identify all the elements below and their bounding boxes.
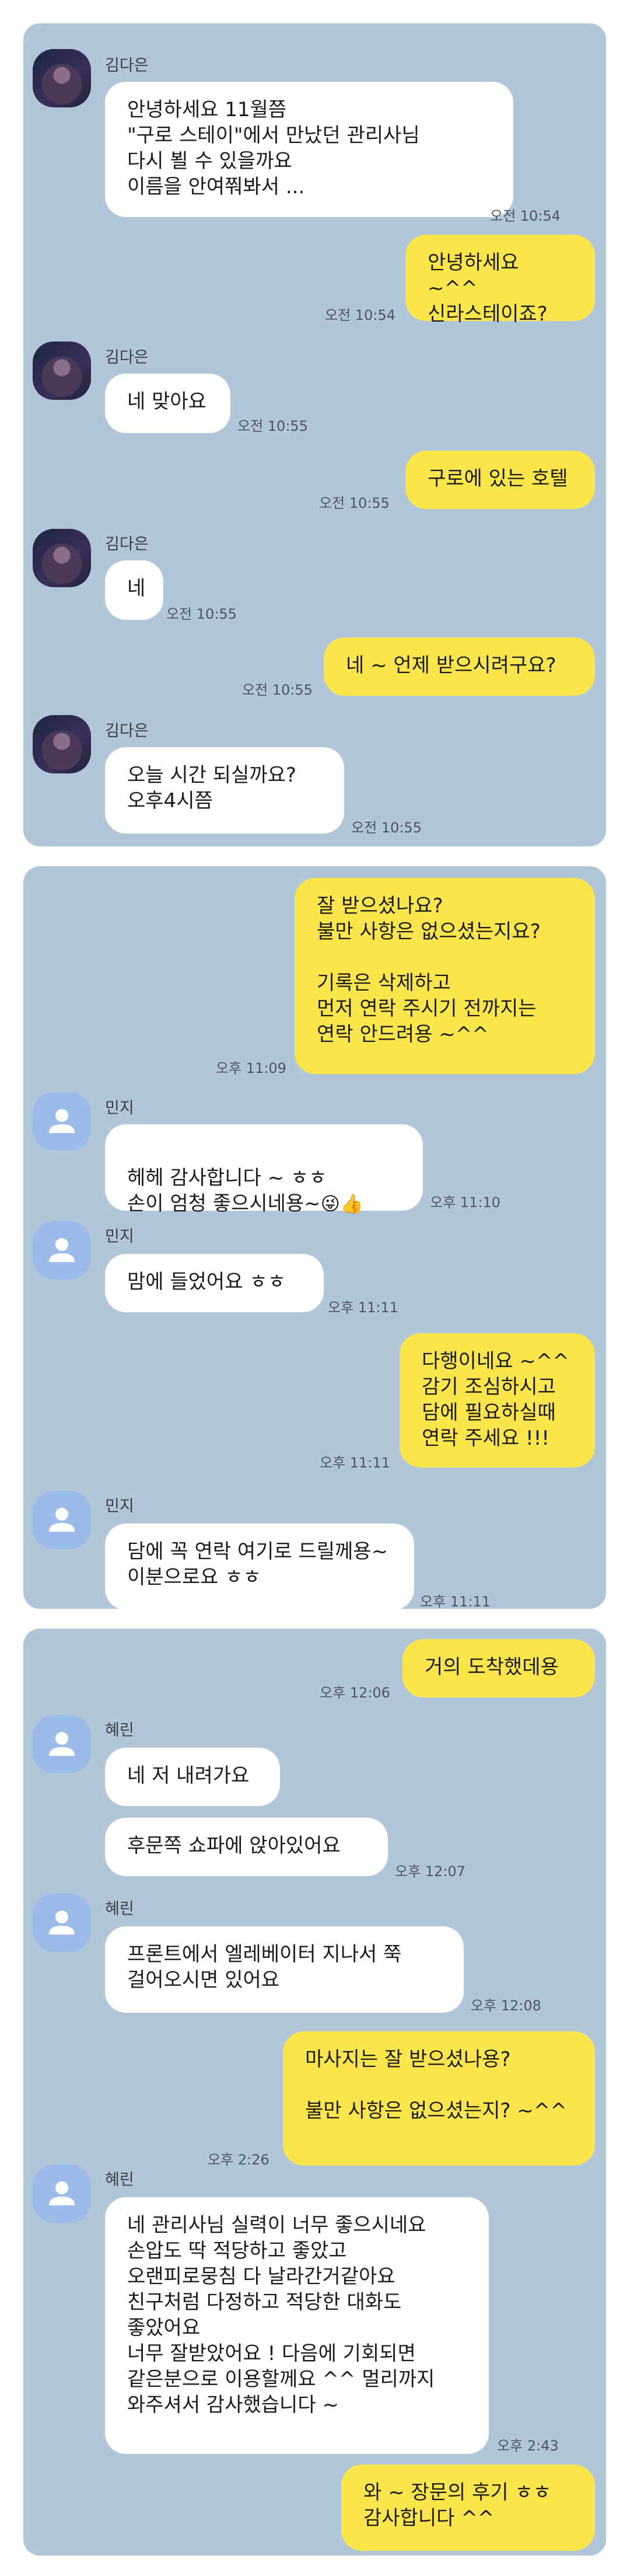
person-icon [49,2181,75,2205]
message-incoming[interactable]: 네 저 내려가요 [105,1748,280,1806]
message-incoming[interactable]: 네 맞아요 [105,374,230,433]
message-time: 오후 11:09 [216,1060,286,1076]
sender-name: 김다은 [105,722,149,740]
person-icon [49,1109,75,1133]
person-icon [49,1732,75,1756]
message-incoming[interactable]: 담에 꼭 연락 여기로 드릴께용~ 이분으로요 ㅎㅎ [105,1524,414,1610]
message-time: 오후 11:10 [430,1194,501,1211]
message-incoming[interactable]: 헤헤 감사합니다 ~ ㅎㅎ 손이 엄청 좋으시네용~😜👍 [105,1124,423,1215]
sender-name: 혜린 [105,1900,134,1918]
sender-name: 김다은 [105,348,149,367]
message-incoming[interactable]: 안녕하세요 11월쯤 "구로 스테이"에서 만났던 관리사님 다시 뵐 수 있을… [105,82,513,217]
avatar-kimdaeun[interactable] [33,715,91,773]
avatar-default[interactable] [33,1092,91,1151]
message-incoming[interactable]: 네 [105,560,163,620]
sender-name: 김다은 [105,57,149,75]
avatar-default[interactable] [33,1491,91,1549]
avatar-kimdaeun[interactable] [33,341,91,400]
message-incoming[interactable]: 프론트에서 엘레베이터 지나서 쭉 걸어오시면 있어요 [105,1926,464,2013]
message-time: 오전 10:55 [319,495,390,511]
person-icon [49,1238,75,1262]
chat-section-1: 김다은 안녕하세요 11월쯤 "구로 스테이"에서 만났던 관리사님 다시 뵐 … [23,23,606,846]
sender-name: 혜린 [105,1721,134,1740]
person-icon [49,1911,75,1934]
message-time: 오후 12:08 [471,1998,541,2014]
message-outgoing[interactable]: 네 ~ 언제 받으시려구요? [324,637,595,696]
sender-name: 혜린 [105,2171,134,2189]
message-outgoing[interactable]: 구로에 있는 호텔 [405,451,595,509]
message-time: 오후 12:07 [395,1863,466,1880]
person-icon [49,1508,75,1532]
message-time: 오전 10:55 [237,418,308,434]
message-time: 오후 12:06 [320,1685,390,1701]
avatar-default[interactable] [33,1715,91,1773]
message-incoming[interactable]: 오늘 시간 되실까요? 오후4시쯤 [105,747,344,834]
chat-section-3: 거의 도착했데용 오후 12:06 혜린 네 저 내려가요 후문쪽 쇼파에 앉아… [23,1629,606,2556]
avatar-default[interactable] [33,1894,91,1952]
message-incoming[interactable]: 후문쪽 쇼파에 앉아있어요 [105,1818,388,1876]
message-incoming[interactable]: 맘에 들었어요 ㅎㅎ [105,1254,324,1312]
sender-name: 김다은 [105,535,149,553]
message-time: 오전 10:55 [242,682,313,698]
message-time: 오전 10:55 [351,820,422,836]
avatar-default[interactable] [33,2164,91,2223]
sender-name: 민지 [105,1497,134,1515]
message-time: 오전 10:54 [490,208,561,224]
message-time: 오후 11:11 [320,1455,390,1471]
message-outgoing[interactable]: 다행이네요 ~^^ 감기 조심하시고 담에 필요하실때 연락 주세요 !!! [400,1333,595,1467]
message-outgoing[interactable]: 안녕하세요 ~^^ 신라스테이죠? [405,235,595,326]
message-time: 오후 2:26 [208,2152,270,2168]
emoji-wink-thumbs: 😜👍 [320,1193,363,1215]
message-text: 헤헤 감사합니다 ~ ㅎㅎ 손이 엄청 좋으시네용~ [127,1166,327,1215]
message-outgoing[interactable]: 거의 도착했데용 [402,1639,595,1697]
message-time: 오전 10:55 [166,606,237,622]
message-time: 오후 11:11 [420,1594,491,1610]
message-outgoing[interactable]: 잘 받으셨나요? 불만 사항은 없으셨는지요? 기록은 삭제하고 먼저 연락 주… [295,878,595,1074]
avatar-default[interactable] [33,1221,91,1280]
message-time: 오후 11:11 [328,1299,398,1316]
avatar-kimdaeun[interactable] [33,49,91,107]
message-outgoing[interactable]: 마사지는 잘 받으셨나용? 불만 사항은 없으셨는지? ~^^ [283,2031,595,2166]
sender-name: 민지 [105,1099,134,1117]
message-incoming[interactable]: 네 관리사님 실력이 너무 좋으시네요 손압도 딱 적당하고 좋았고 오랜피로뭉… [105,2197,489,2454]
sender-name: 민지 [105,1228,134,1246]
message-time: 오전 10:54 [325,307,396,323]
chat-section-2: 잘 받으셨나요? 불만 사항은 없으셨는지요? 기록은 삭제하고 먼저 연락 주… [23,866,606,1610]
message-time: 오후 2:43 [497,2438,559,2454]
message-outgoing[interactable]: 와 ~ 장문의 후기 ㅎㅎ 감사합니다 ^^ [341,2465,595,2551]
avatar-kimdaeun[interactable] [33,529,91,587]
